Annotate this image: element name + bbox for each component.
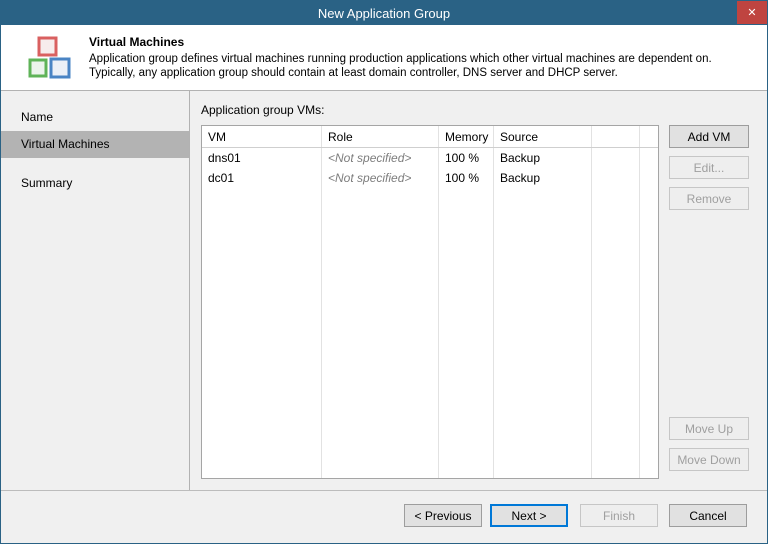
step-description: Application group defines virtual machin… (89, 52, 712, 80)
column-header-role[interactable]: Role (322, 130, 439, 144)
close-button[interactable]: ✕ (737, 1, 767, 24)
remove-button[interactable]: Remove (669, 187, 749, 210)
sidebar-item-name[interactable]: Name (1, 104, 189, 131)
wizard-header: Virtual Machines Application group defin… (1, 25, 767, 91)
application-group-icon (27, 35, 73, 81)
table-actions: Add VM Edit... Remove Move Up Move Down (669, 125, 749, 479)
new-application-group-dialog: New Application Group ✕ Virtual Machines… (0, 0, 768, 544)
move-down-button[interactable]: Move Down (669, 448, 749, 471)
table-row[interactable]: dc01 <Not specified> 100 % Backup (202, 168, 658, 188)
table-row[interactable]: dns01 <Not specified> 100 % Backup (202, 148, 658, 168)
header-text: Virtual Machines Application group defin… (89, 35, 712, 80)
cell-source[interactable]: Backup (494, 171, 592, 185)
step-description-line1: Application group defines virtual machin… (89, 53, 712, 65)
cell-vm[interactable]: dns01 (202, 151, 322, 165)
cancel-button[interactable]: Cancel (669, 504, 747, 527)
finish-button[interactable]: Finish (580, 504, 658, 527)
cell-role[interactable]: <Not specified> (322, 151, 439, 165)
step-title: Virtual Machines (89, 35, 185, 49)
sidebar-item-summary[interactable]: Summary (1, 170, 189, 197)
cell-role[interactable]: <Not specified> (322, 171, 439, 185)
cell-memory[interactable]: 100 % (439, 171, 494, 185)
next-button[interactable]: Next > (490, 504, 568, 527)
cell-vm[interactable]: dc01 (202, 171, 322, 185)
cell-memory[interactable]: 100 % (439, 151, 494, 165)
table-header-row: VM Role Memory Source (202, 126, 658, 148)
vm-table[interactable]: VM Role Memory Source dns01 <Not specifi… (201, 125, 659, 479)
sidebar-item-virtual-machines[interactable]: Virtual Machines (1, 131, 189, 158)
window-title: New Application Group (317, 5, 451, 21)
move-up-button[interactable]: Move Up (669, 417, 749, 440)
main-panel: Application group VMs: VM Role Memory So… (190, 91, 767, 490)
cell-source[interactable]: Backup (494, 151, 592, 165)
column-header-vm[interactable]: VM (202, 130, 322, 144)
wizard-content: Name Virtual Machines Summary Applicatio… (1, 91, 767, 490)
column-header-memory[interactable]: Memory (439, 130, 494, 144)
wizard-steps: Name Virtual Machines Summary (1, 91, 190, 490)
edit-button[interactable]: Edit... (669, 156, 749, 179)
titlebar[interactable]: New Application Group ✕ (1, 1, 767, 25)
previous-button[interactable]: < Previous (404, 504, 482, 527)
add-vm-button[interactable]: Add VM (669, 125, 749, 148)
column-header-source[interactable]: Source (494, 130, 592, 144)
wizard-footer: < Previous Next > Finish Cancel (1, 490, 767, 543)
step-description-line2: Typically, any application group should … (89, 67, 618, 79)
close-icon: ✕ (747, 7, 757, 19)
table-label: Application group VMs: (201, 103, 325, 117)
